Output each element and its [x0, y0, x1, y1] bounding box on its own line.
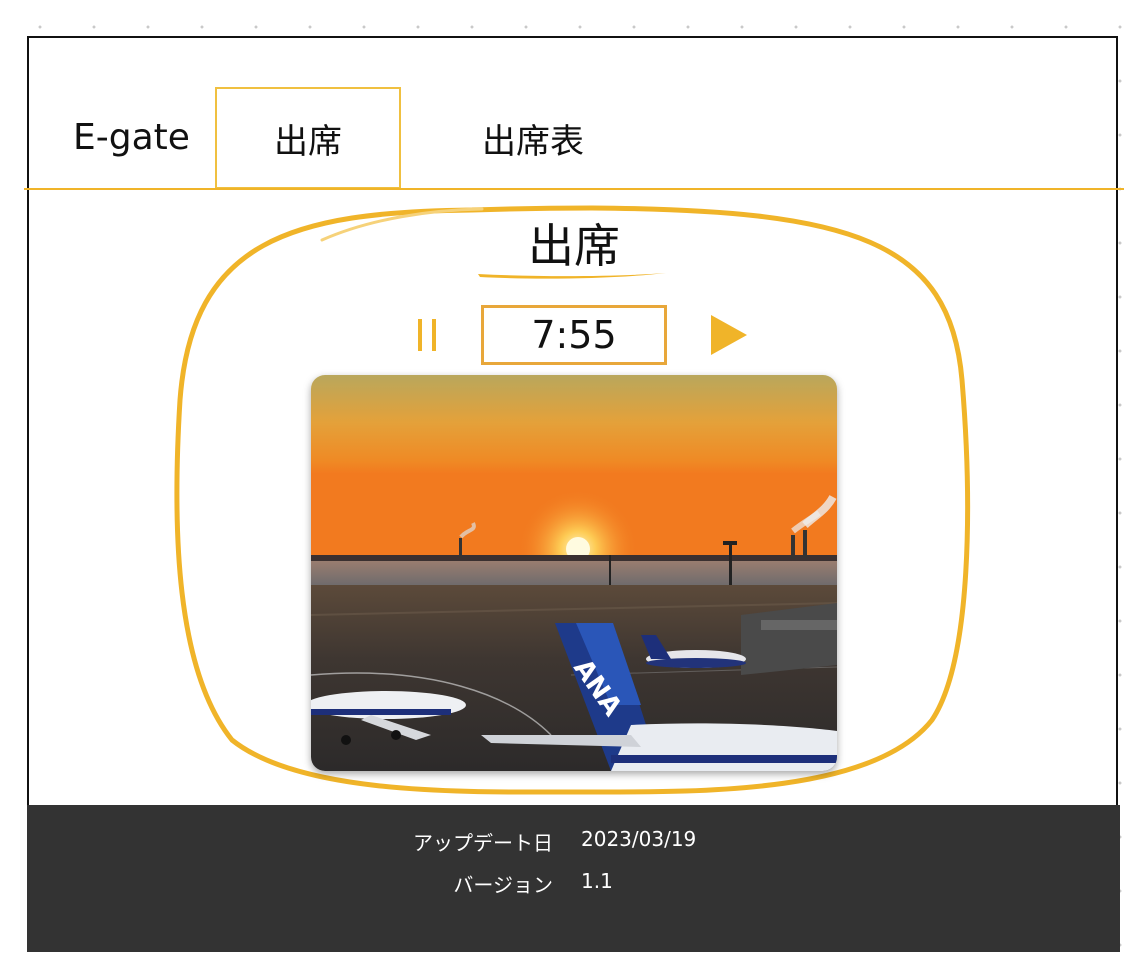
pause-icon-bar: [432, 319, 436, 351]
update-label: アップデート日: [413, 831, 553, 855]
version-value: 1.1: [581, 869, 613, 893]
navbar: E-gate 出席 出席表: [0, 0, 1137, 189]
tab-attendance[interactable]: 出席: [215, 87, 401, 189]
tab-attendance-sheet-label: 出席表: [482, 121, 584, 162]
tab-attendance-sheet[interactable]: 出席表: [440, 87, 626, 189]
footer: アップデート日 2023/03/19 バージョン 1.1: [27, 805, 1120, 952]
section-title: 出席: [528, 219, 620, 273]
nav-divider: [24, 188, 1124, 190]
airport-sunset-photo: ANA: [311, 375, 837, 771]
brand-logo[interactable]: E-gate: [73, 116, 190, 160]
photo-illustration: ANA: [311, 375, 837, 771]
pause-icon: [418, 319, 422, 351]
footer-version-row: バージョン 1.1: [27, 869, 1120, 898]
play-icon: [711, 315, 747, 355]
pause-button[interactable]: [410, 317, 444, 353]
play-button[interactable]: [710, 314, 750, 356]
update-value: 2023/03/19: [581, 827, 697, 851]
version-label: バージョン: [453, 873, 553, 897]
time-value: 7:55: [531, 313, 617, 357]
footer-update-row: アップデート日 2023/03/19: [27, 827, 1120, 856]
title-underline: [478, 273, 666, 279]
tab-attendance-label: 出席: [274, 121, 342, 162]
time-display[interactable]: 7:55: [481, 305, 667, 365]
